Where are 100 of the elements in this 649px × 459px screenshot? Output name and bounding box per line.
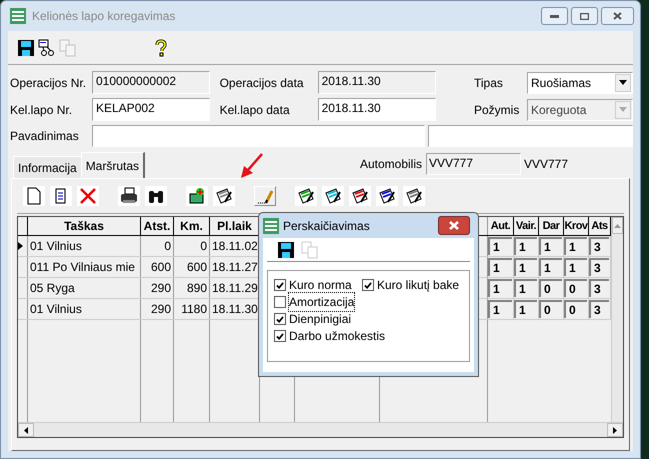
vertical-scrollbar[interactable]	[611, 217, 623, 422]
toolbar-button[interactable]	[145, 186, 167, 206]
note-icon	[324, 187, 342, 205]
dropdown[interactable]: Ruošiamas	[527, 72, 633, 94]
field-label: Automobilis	[360, 156, 422, 173]
table-cell: 0	[539, 300, 562, 318]
table-cell: 3	[589, 237, 609, 255]
note-icon	[351, 187, 369, 205]
checkbox[interactable]	[362, 279, 374, 291]
column-header[interactable]: Krov	[564, 217, 589, 235]
column-header[interactable]: Km.	[174, 217, 210, 235]
save-icon[interactable]	[17, 38, 35, 56]
toolbar-button[interactable]	[254, 186, 276, 206]
tree-icon[interactable]	[38, 38, 56, 56]
horizontal-scrollbar[interactable]	[18, 422, 623, 437]
car-text: VVV777	[523, 156, 570, 173]
table-cell: 1	[488, 279, 512, 297]
name-field[interactable]	[92, 125, 426, 147]
toolbar-button[interactable]	[118, 186, 140, 206]
table-cell: 1	[488, 237, 512, 255]
note-icon	[297, 187, 315, 205]
app-icon	[10, 8, 26, 24]
new-document-icon	[25, 187, 43, 205]
table-cell: 890	[174, 278, 210, 298]
checkbox[interactable]	[274, 296, 286, 308]
close-button[interactable]	[438, 216, 470, 235]
table-cell: 0	[564, 300, 587, 318]
toolbar-button[interactable]	[295, 186, 317, 206]
table-cell: 1	[514, 237, 537, 255]
close-button[interactable]	[601, 7, 634, 25]
close-icon	[613, 12, 622, 20]
table-cell: 3	[589, 300, 609, 318]
column-header[interactable]: Atst.	[141, 217, 174, 235]
table-cell: 1	[488, 258, 512, 276]
checkbox-label: Darbo užmokestis	[289, 328, 386, 345]
field-label: Tipas	[473, 74, 504, 92]
table-cell: 0	[141, 236, 174, 256]
field-label: Pavadinimas	[10, 128, 80, 145]
checkbox[interactable]	[274, 330, 286, 342]
checkbox[interactable]	[274, 279, 286, 291]
dropdown-arrow-icon	[619, 107, 627, 112]
text-field[interactable]	[428, 125, 633, 147]
add-record-icon	[188, 187, 206, 205]
delete-icon	[79, 187, 97, 205]
note-icon	[405, 187, 423, 205]
column-header[interactable]: Dar	[539, 217, 564, 235]
toolbar-button[interactable]	[213, 186, 235, 206]
text-field[interactable]: KELAP002	[92, 98, 210, 121]
table-cell: 1	[514, 258, 537, 276]
annotation-arrow	[238, 152, 264, 180]
minimize-icon	[550, 14, 559, 18]
table-cell: 05 Ryga	[28, 278, 141, 298]
field-label: Kel.lapo data	[218, 102, 291, 118]
table-cell: 1	[539, 237, 562, 255]
save-icon[interactable]	[277, 240, 295, 258]
tab[interactable]: Maršrutas	[80, 152, 146, 178]
row-indicator[interactable]	[18, 236, 28, 256]
note-icon	[378, 187, 396, 205]
maximize-button[interactable]	[571, 7, 598, 25]
table-cell: 290	[141, 278, 174, 298]
table-cell: 01 Vilnius	[28, 299, 141, 319]
dialog-title: Perskaičiavimas	[283, 218, 371, 234]
table-cell: 1	[539, 258, 562, 276]
table-cell: 1	[514, 300, 537, 318]
toolbar-button[interactable]	[23, 186, 45, 206]
field-label: Kel.lapo Nr.	[10, 102, 74, 118]
toolbar-button[interactable]	[376, 186, 398, 206]
checkbox-label: Amortizacija	[289, 293, 354, 311]
checkbox-label: Kuro likutį bake	[377, 277, 460, 294]
maximize-icon	[580, 12, 589, 20]
car-field[interactable]: VVV777	[426, 153, 521, 175]
scroll-up-icon	[614, 224, 621, 228]
field-label: Operacijos data	[218, 74, 305, 92]
table-cell: 3	[589, 279, 609, 297]
table-cell: 01 Vilnius	[28, 236, 141, 256]
table-cell: 0	[564, 279, 587, 297]
toolbar-button[interactable]	[403, 186, 425, 206]
tab[interactable]: Informacija	[13, 156, 81, 178]
toolbar-button[interactable]	[50, 186, 72, 206]
column-header[interactable]: Vair.	[514, 217, 539, 235]
text-field[interactable]: 2018.11.30	[318, 98, 436, 121]
field-label: Požymis	[473, 102, 520, 118]
note-icon	[215, 187, 233, 205]
dropdown-arrow-icon	[619, 80, 627, 85]
column-header[interactable]: Aut.	[488, 217, 514, 235]
minimize-button[interactable]	[541, 7, 568, 25]
table-cell: 1	[564, 237, 587, 255]
table-cell: 1180	[174, 299, 210, 319]
column-header[interactable]: Taškas	[28, 217, 141, 235]
table-cell: 290	[141, 299, 174, 319]
checkbox[interactable]	[274, 313, 286, 325]
row-pointer-icon	[18, 242, 23, 250]
table-cell: 3	[589, 258, 609, 276]
checkbox-label: Dienpinigiai	[289, 311, 352, 328]
toolbar-button[interactable]	[186, 186, 208, 206]
table-cell: 1	[564, 258, 587, 276]
toolbar-button[interactable]	[322, 186, 344, 206]
toolbar-button[interactable]	[349, 186, 371, 206]
scroll-left-icon	[24, 426, 28, 434]
table-cell: 011 Po Vilniaus mie	[28, 257, 141, 277]
